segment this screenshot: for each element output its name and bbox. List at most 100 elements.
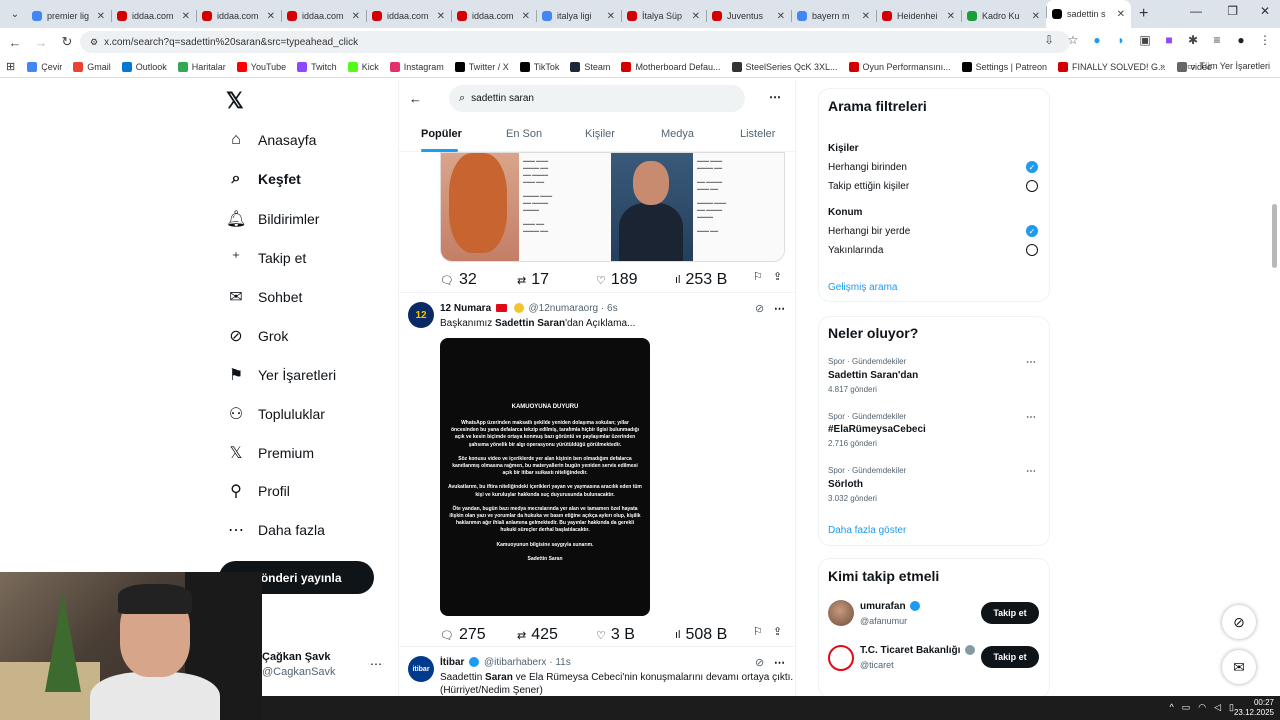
- like-button[interactable]: ♡ 189: [596, 271, 638, 289]
- close-tab-icon[interactable]: ✕: [607, 11, 615, 22]
- nav-item-home[interactable]: ⌂ Anasayfa: [226, 131, 316, 149]
- browser-tab[interactable]: iddaa.com ✕: [196, 4, 281, 28]
- radio-icon[interactable]: [1026, 180, 1038, 192]
- bookmark-item[interactable]: Steam: [570, 61, 610, 72]
- bookmark-item[interactable]: Oyun Performansını...: [848, 61, 951, 72]
- grok-fab-icon[interactable]: ⊘: [1222, 605, 1256, 639]
- address-bar[interactable]: ⚙ x.com/search?q=sadettin%20saran&src=ty…: [80, 31, 1070, 53]
- volume-icon[interactable]: ◁: [1214, 702, 1221, 713]
- bookmark-item[interactable]: Settings | Patreon: [961, 61, 1047, 72]
- trend-more-icon[interactable]: ⋯: [1026, 466, 1036, 477]
- browser-tab[interactable]: iddaa.com ✕: [111, 4, 196, 28]
- browser-tab[interactable]: Juventus ✕: [706, 4, 791, 28]
- account-more-icon[interactable]: ⋯: [370, 657, 382, 671]
- radio-checked-icon[interactable]: ✓: [1026, 225, 1038, 237]
- close-tab-icon[interactable]: ✕: [97, 11, 105, 22]
- browser-tab[interactable]: italya ligi ✕: [536, 4, 621, 28]
- tweet-more-icon[interactable]: ⋯: [774, 656, 785, 669]
- bookmark-item[interactable]: SteelSeries QcK 3XL...: [731, 61, 838, 72]
- bookmark-star-icon[interactable]: ☆: [1066, 33, 1080, 47]
- profile-avatar-icon[interactable]: ●: [1234, 33, 1248, 47]
- tab-popular[interactable]: Popüler: [421, 128, 462, 140]
- close-window-icon[interactable]: ✕: [1260, 4, 1270, 18]
- close-tab-icon[interactable]: ✕: [1032, 11, 1040, 22]
- extension-icon[interactable]: ◗: [1114, 33, 1128, 47]
- close-tab-icon[interactable]: ✕: [862, 11, 870, 22]
- browser-tab[interactable]: Kadro Ku ✕: [961, 4, 1046, 28]
- close-tab-icon[interactable]: ✕: [777, 11, 785, 22]
- page-scrollbar[interactable]: [1272, 204, 1277, 268]
- browser-tab[interactable]: sadettin s ✕: [1046, 0, 1131, 28]
- filter-option-anywhere[interactable]: Herhangi bir yerde: [828, 226, 910, 237]
- nav-item-notifications[interactable]: 🔔︎ Bildirimler: [226, 209, 319, 229]
- share-button[interactable]: ⇪: [773, 270, 787, 283]
- nav-item-grok[interactable]: ⊘ Grok: [226, 326, 288, 346]
- close-tab-icon[interactable]: ✕: [437, 11, 445, 22]
- nav-item-premium[interactable]: 𝕏 Premium: [226, 443, 314, 463]
- trend-topic[interactable]: Sörloth: [828, 479, 863, 490]
- radio-checked-icon[interactable]: ✓: [1026, 161, 1038, 173]
- announcement-image[interactable]: KAMUOYUNA DUYURU WhatsApp üzerinden maks…: [440, 338, 650, 616]
- tweet-author[interactable]: 12 Numara @12numaraorg · 6s: [440, 303, 618, 314]
- retweet-button[interactable]: ⇄ 425: [517, 626, 558, 644]
- close-tab-icon[interactable]: ✕: [692, 11, 700, 22]
- bookmark-button[interactable]: ⚐: [753, 625, 768, 638]
- close-tab-icon[interactable]: ✕: [267, 11, 275, 22]
- bookmark-item[interactable]: YouTube: [236, 61, 286, 72]
- tweet-author[interactable]: İtibar @itibarhaberx · 11s: [440, 657, 571, 668]
- close-tab-icon[interactable]: ✕: [182, 11, 190, 22]
- tray-chevron-icon[interactable]: ^: [1170, 702, 1174, 713]
- trend-more-icon[interactable]: ⋯: [1026, 357, 1036, 368]
- more-bookmarks-icon[interactable]: »: [1160, 61, 1165, 72]
- reload-icon[interactable]: ↻: [54, 34, 80, 50]
- tweet-more-icon[interactable]: ⋯: [774, 302, 785, 315]
- close-tab-icon[interactable]: ✕: [1117, 9, 1125, 20]
- extension-icon[interactable]: ●: [1090, 33, 1104, 47]
- account-switcher[interactable]: Çağkan Şavk @CagkanSavk: [262, 651, 336, 678]
- install-icon[interactable]: ⇩: [1042, 33, 1056, 47]
- x-logo-icon[interactable]: 𝕏: [226, 88, 244, 114]
- media-icon[interactable]: ≡: [1210, 33, 1224, 47]
- bookmark-item[interactable]: FINALLY SOLVED! G...: [1057, 61, 1166, 72]
- show-more-link[interactable]: Daha fazla göster: [828, 525, 906, 536]
- trend-more-icon[interactable]: ⋯: [1026, 412, 1036, 423]
- forward-icon[interactable]: →: [28, 35, 54, 50]
- messages-fab-icon[interactable]: ✉: [1222, 650, 1256, 684]
- network-icon[interactable]: ▭: [1182, 702, 1191, 713]
- browser-tab[interactable]: premier lig ✕: [26, 4, 111, 28]
- bookmark-item[interactable]: TikTok: [519, 61, 559, 72]
- like-button[interactable]: ♡ 3 B: [596, 626, 635, 644]
- extensions-puzzle-icon[interactable]: ✱: [1186, 33, 1200, 47]
- minimize-icon[interactable]: —: [1190, 4, 1202, 18]
- views-button[interactable]: ıl 508 B: [675, 626, 727, 644]
- tab-search-icon[interactable]: ⌄: [4, 3, 26, 25]
- bookmark-button[interactable]: ⚐: [753, 270, 768, 283]
- browser-tab[interactable]: bayern m ✕: [791, 4, 876, 28]
- radio-icon[interactable]: [1026, 244, 1038, 256]
- bookmark-item[interactable]: Motherboard Defau...: [621, 61, 721, 72]
- trend-topic[interactable]: #ElaRümeysaCebeci: [828, 424, 926, 435]
- extension-icon[interactable]: ▣: [1138, 33, 1152, 47]
- bookmark-item[interactable]: Twitter / X: [454, 61, 509, 72]
- bookmark-item[interactable]: Gmail: [73, 61, 111, 72]
- bookmark-item[interactable]: Instagram: [389, 61, 444, 72]
- new-tab-button[interactable]: +: [1139, 5, 1148, 23]
- nav-item-chat[interactable]: ✉ Sohbet: [226, 287, 302, 307]
- retweet-button[interactable]: ⇄ 17: [517, 271, 549, 289]
- advanced-search-link[interactable]: Gelişmiş arama: [828, 282, 897, 293]
- back-icon[interactable]: ←: [2, 35, 28, 50]
- filter-option-anyone[interactable]: Herhangi birinden: [828, 162, 907, 173]
- filter-option-following[interactable]: Takip ettiğin kişiler: [828, 181, 909, 192]
- avatar[interactable]: [828, 645, 854, 671]
- tab-people[interactable]: Kişiler: [585, 128, 615, 140]
- views-button[interactable]: ıl 253 B: [675, 271, 727, 289]
- tweet-media-image[interactable]: ▬▬▬ ▬▬▬ ▬▬▬▬ ▬▬ ▬▬ ▬▬▬▬ ▬▬▬ ▬▬ ▬▬▬▬ ▬▬▬ ▬▬ ▬▬…: [440, 152, 785, 262]
- browser-tab[interactable]: Heidenhei ✕: [876, 4, 961, 28]
- reply-button[interactable]: 🗨︎ 275: [440, 626, 486, 644]
- browser-tab[interactable]: iddaa.com ✕: [451, 4, 536, 28]
- apps-grid-icon[interactable]: ⊞: [6, 60, 15, 73]
- trend-topic[interactable]: Sadettin Saran'dan: [828, 370, 918, 381]
- browser-tab[interactable]: İtalya Süp ✕: [621, 4, 706, 28]
- bookmark-item[interactable]: Haritalar: [177, 61, 226, 72]
- filter-option-nearby[interactable]: Yakınlarında: [828, 245, 883, 256]
